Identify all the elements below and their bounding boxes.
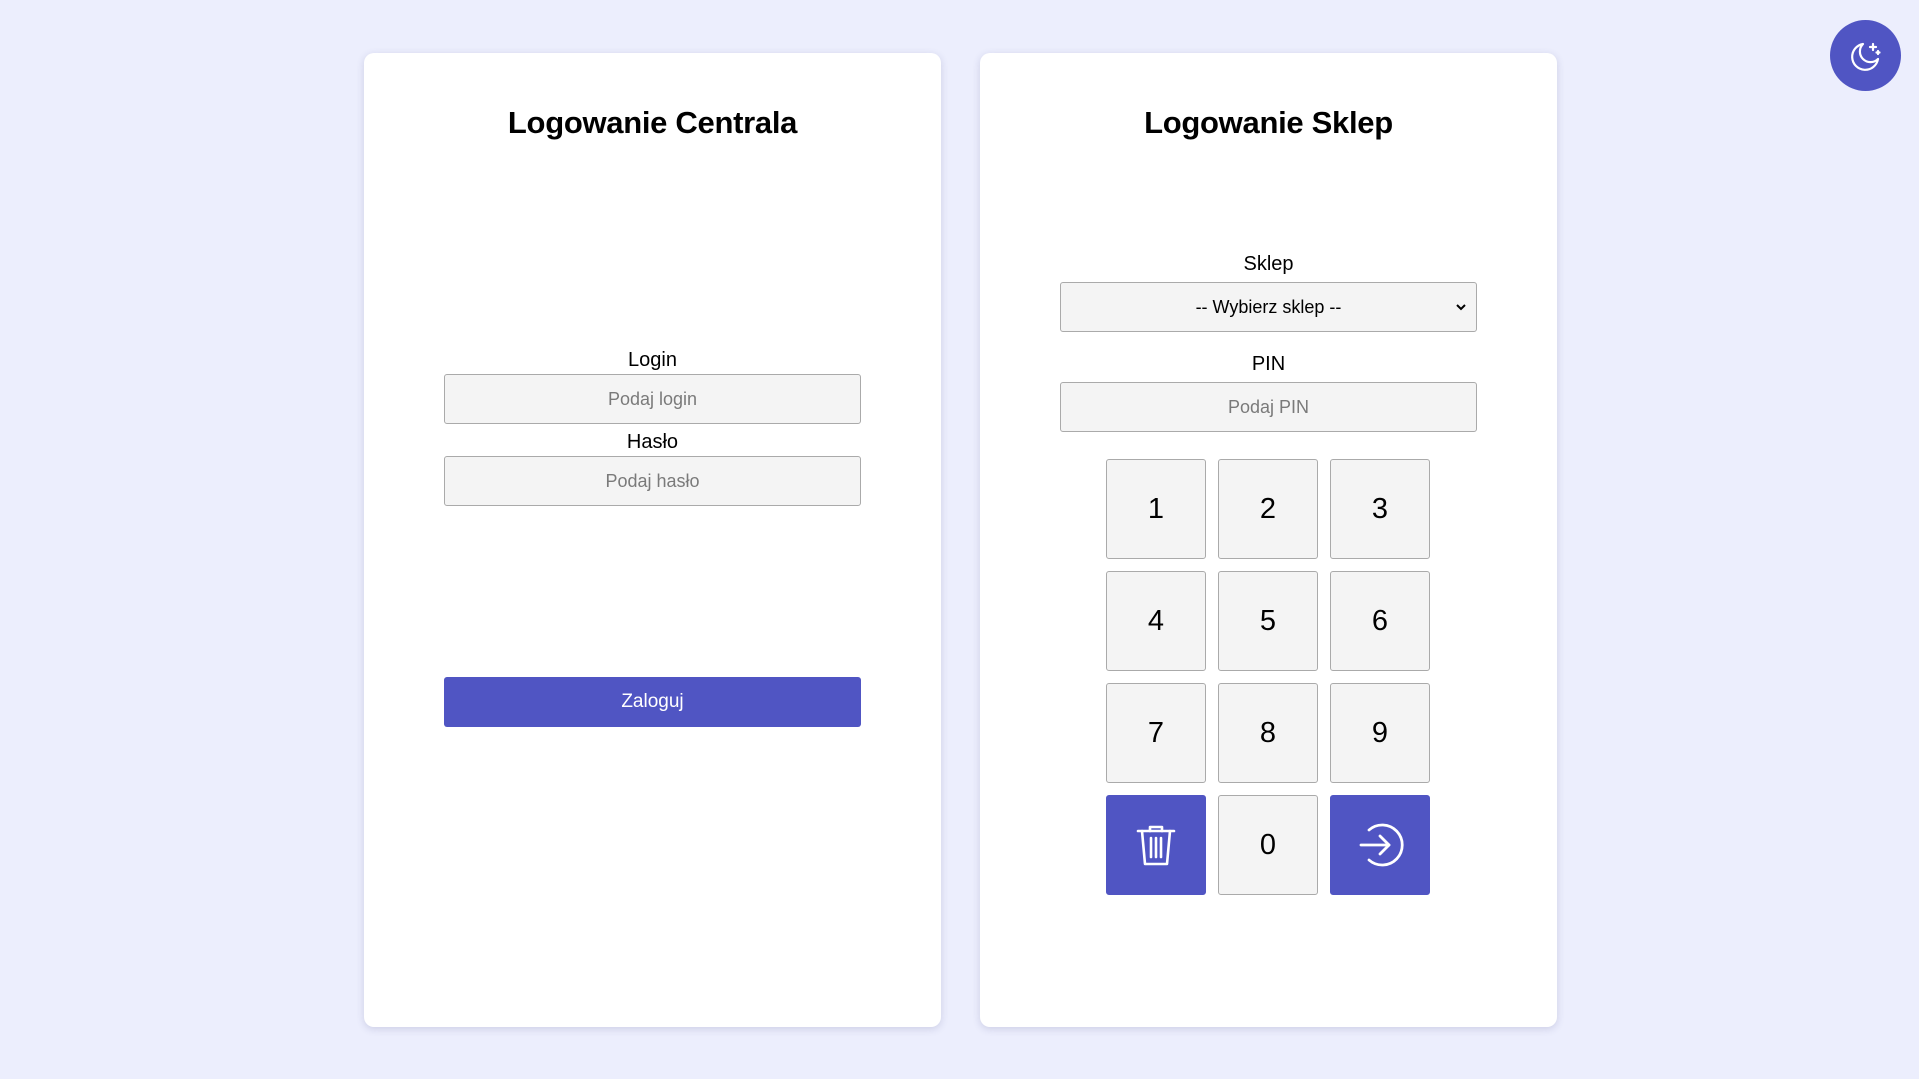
keypad-key-7[interactable]: 7 <box>1106 683 1206 783</box>
keypad-submit-button[interactable] <box>1330 795 1430 895</box>
theme-toggle-button[interactable] <box>1830 20 1901 91</box>
login-label: Login <box>628 349 677 371</box>
pin-keypad: 1 2 3 4 5 6 7 8 9 0 <box>1106 459 1432 895</box>
central-login-button[interactable]: Zaloguj <box>444 677 861 727</box>
shop-login-card: Logowanie Sklep Sklep -- Wybierz sklep -… <box>980 53 1557 1027</box>
moon-stars-icon <box>1850 42 1881 71</box>
keypad-clear-button[interactable] <box>1106 795 1206 895</box>
keypad-key-8[interactable]: 8 <box>1218 683 1318 783</box>
keypad-key-5[interactable]: 5 <box>1218 571 1318 671</box>
keypad-key-0[interactable]: 0 <box>1218 795 1318 895</box>
pin-input[interactable] <box>1060 382 1477 432</box>
keypad-key-9[interactable]: 9 <box>1330 683 1430 783</box>
keypad-key-6[interactable]: 6 <box>1330 571 1430 671</box>
login-input[interactable] <box>444 374 861 424</box>
login-arrow-icon <box>1359 823 1404 867</box>
keypad-key-3[interactable]: 3 <box>1330 459 1430 559</box>
password-label: Hasło <box>626 431 679 453</box>
password-input[interactable] <box>444 456 861 506</box>
shop-label: Sklep <box>1243 253 1294 275</box>
trash-icon <box>1136 825 1176 866</box>
central-login-card: Logowanie Centrala Login Hasło Zaloguj <box>364 53 941 1027</box>
shop-login-title: Logowanie Sklep <box>1144 105 1393 140</box>
keypad-key-2[interactable]: 2 <box>1218 459 1318 559</box>
chevron-down-icon <box>1456 304 1466 311</box>
keypad-key-1[interactable]: 1 <box>1106 459 1206 559</box>
central-login-title: Logowanie Centrala <box>507 105 798 140</box>
pin-label: PIN <box>1251 353 1286 375</box>
keypad-key-4[interactable]: 4 <box>1106 571 1206 671</box>
login-page: Logowanie Centrala Login Hasło Zaloguj L… <box>0 0 1919 1079</box>
shop-select-value: -- Wybierz sklep -- <box>1195 296 1342 317</box>
shop-select[interactable]: -- Wybierz sklep -- <box>1060 282 1477 332</box>
